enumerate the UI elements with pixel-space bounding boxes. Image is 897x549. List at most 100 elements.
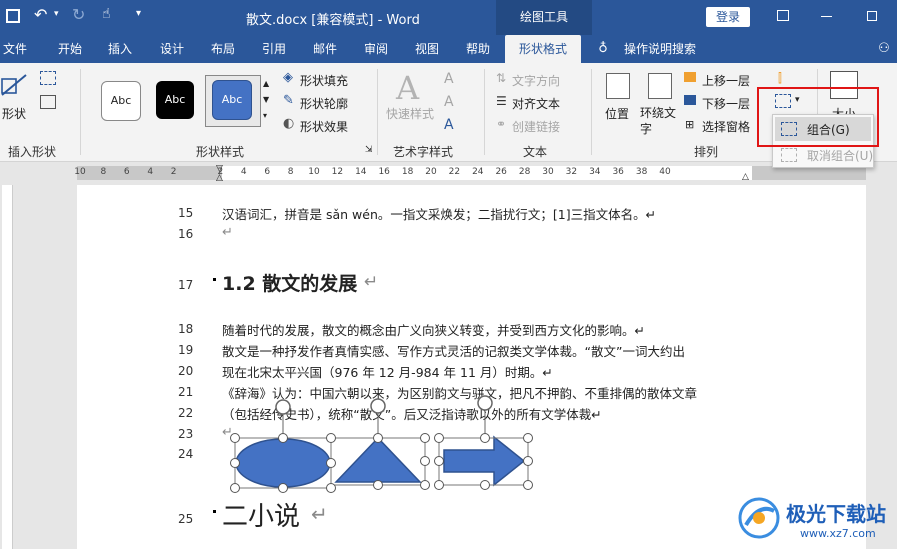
position-icon[interactable] — [606, 73, 630, 99]
heading-bullet — [213, 278, 216, 281]
redo-icon[interactable]: ↻ — [72, 5, 85, 24]
wrap-text-button[interactable]: 环绕文字 — [640, 105, 680, 137]
hanging-indent-marker[interactable]: △ — [216, 173, 223, 183]
align-text-button[interactable]: 对齐文本 — [512, 95, 560, 112]
tab-help[interactable]: 帮助 — [458, 35, 498, 63]
send-backward-button[interactable]: 下移一层 — [702, 95, 750, 112]
line-number: 23 — [178, 427, 194, 441]
arrow-shape — [443, 435, 526, 487]
undo-dropdown-icon[interactable]: ▾ — [54, 9, 59, 19]
login-button[interactable]: 登录 — [706, 7, 750, 27]
menu-item-ungroup[interactable]: 取消组合(U) — [807, 147, 873, 164]
quick-styles-button[interactable]: 快速样式 — [386, 105, 434, 122]
ruler-right-margin — [752, 166, 866, 180]
ribbon-display-icon[interactable] — [777, 10, 789, 21]
document-title: 散文.docx [兼容模式] - Word — [246, 13, 420, 28]
shape-fill-button[interactable]: 形状填充 — [300, 72, 348, 89]
create-link-button[interactable]: 创建链接 — [512, 118, 560, 135]
selected-shapes-layer[interactable] — [220, 392, 540, 494]
paragraph-line[interactable]: 现在北宋太平兴国（976 年 12 月-984 年 11 月）时期。↵ — [222, 362, 553, 381]
tab-review[interactable]: 审阅 — [356, 35, 396, 63]
ruler-tick-label: 38 — [635, 167, 648, 177]
share-icon[interactable]: ⚇ — [874, 35, 894, 63]
heading-1-2[interactable]: 1.2 散文的发展 — [222, 269, 357, 296]
tab-file[interactable]: 文件 — [0, 35, 30, 63]
tab-view[interactable]: 视图 — [407, 35, 447, 63]
wrap-text-icon[interactable] — [648, 73, 672, 99]
rotate-handle-icon — [370, 398, 386, 414]
paragraph-line[interactable]: 散文是一种抒发作者真情实感、写作方式灵活的记叙类文学体裁。“散文”一词大约出 — [222, 341, 685, 360]
dialog-launcher-icon[interactable]: ⇲ — [365, 145, 373, 155]
selection-pane-button[interactable]: 选择窗格 — [702, 118, 750, 135]
ruler-tick-label: 40 — [659, 167, 671, 177]
style-sample-blue[interactable]: Abc — [212, 80, 252, 120]
watermark-logo — [736, 495, 784, 541]
group-label-insert-shapes: 插入形状 — [7, 145, 56, 159]
heading-2-novel[interactable]: 二小说 — [222, 496, 300, 533]
tab-home[interactable]: 开始 — [50, 35, 90, 63]
gallery-more-icon[interactable]: ▾ — [263, 111, 267, 120]
edit-shape-icon[interactable] — [40, 71, 56, 85]
line-number: 17 — [178, 278, 194, 292]
text-direction-icon: ⇅ — [496, 71, 507, 85]
tab-insert[interactable]: 插入 — [100, 35, 140, 63]
quick-styles-icon[interactable]: A — [396, 69, 419, 107]
gallery-scroll-up-icon[interactable]: ▲ — [263, 79, 269, 88]
ruler-tick-label: 28 — [518, 167, 531, 177]
customize-toolbar-icon[interactable]: ▾ — [136, 8, 141, 19]
tab-layout[interactable]: 布局 — [203, 35, 243, 63]
shape-outline-button[interactable]: 形状轮廓 — [300, 95, 348, 112]
text-direction-button[interactable]: 文字方向 — [512, 72, 560, 89]
text-fill-icon[interactable]: A — [444, 71, 454, 87]
right-indent-marker[interactable]: △ — [742, 172, 749, 182]
ellipse-shape — [235, 438, 331, 488]
watermark-text: 极光下载站 — [786, 502, 886, 526]
position-button[interactable]: 位置 — [605, 105, 629, 122]
style-sample-black[interactable]: Abc — [156, 81, 194, 119]
ruler-tick-label: 6 — [264, 167, 271, 177]
tab-design[interactable]: 设计 — [152, 35, 192, 63]
tab-shape-format[interactable]: 形状格式 — [505, 35, 581, 63]
ruler-tick-label: 4 — [240, 167, 247, 177]
horizontal-ruler[interactable]: 10 8 6 4 2 2 4 6 8 10 12 14 16 18 20 22 24 26 28 30 32 34 36 38… — [0, 162, 897, 184]
paragraph-mark: ↵ — [311, 502, 328, 526]
ruler-tick-label: 6 — [123, 167, 130, 177]
undo-icon[interactable]: ↶ — [34, 5, 47, 24]
line-number: 20 — [178, 364, 194, 378]
text-box-icon[interactable] — [40, 95, 56, 109]
shape-effect-icon: ◐ — [283, 116, 295, 131]
gallery-scroll-down-icon[interactable]: ▼ — [263, 95, 269, 104]
line-number: 18 — [178, 322, 194, 336]
ruler-tick-label: 8 — [287, 167, 294, 177]
minimize-icon[interactable] — [821, 16, 832, 17]
group-label-text: 文本 — [522, 145, 547, 159]
context-tab-drawing-tools: 绘图工具 — [496, 0, 592, 35]
text-outline-icon[interactable]: A — [444, 94, 454, 110]
rotate-handle-icon — [477, 395, 493, 411]
align-text-icon: ☰ — [496, 94, 507, 108]
title-bar: ↶ ▾ ↻ ☝ ▾ 散文.docx [兼容模式] - Word 绘图工具 登录 — [0, 0, 897, 35]
paragraph-mark: ↵ — [364, 272, 379, 292]
tab-mailings[interactable]: 邮件 — [305, 35, 345, 63]
paragraph-mark[interactable]: ↵ — [222, 225, 233, 240]
group-label-wordart: 艺术字样式 — [392, 145, 453, 159]
vertical-ruler[interactable] — [0, 185, 14, 549]
align-objects-icon[interactable]: ⫿ — [778, 71, 782, 86]
text-effect-icon[interactable]: A — [444, 117, 454, 133]
tell-me-search[interactable]: 操作说明搜索 — [620, 35, 700, 63]
tell-me-bulb-icon[interactable]: ♁ — [594, 35, 612, 63]
save-icon[interactable] — [6, 9, 20, 23]
ribbon-tabs: 文件 开始 插入 设计 布局 引用 邮件 审阅 视图 帮助 形状格式 ♁ 操作说… — [0, 35, 897, 63]
style-sample-white[interactable]: Abc — [101, 81, 141, 121]
tab-references[interactable]: 引用 — [254, 35, 294, 63]
shape-gallery-icon[interactable] — [0, 71, 30, 103]
watermark-url: www.xz7.com — [800, 527, 876, 540]
touch-mode-icon[interactable]: ☝ — [102, 6, 111, 22]
shape-button-label[interactable]: 形状 — [2, 105, 26, 122]
ruler-tick-label: 32 — [565, 167, 578, 177]
bring-forward-button[interactable]: 上移一层 — [702, 72, 750, 89]
paragraph-line[interactable]: 汉语词汇，拼音是 sǎn wén。一指文采焕发；二指扰行文；[1]三指文体名。↵ — [222, 204, 656, 223]
shape-effect-button[interactable]: 形状效果 — [300, 118, 348, 135]
restore-icon[interactable] — [867, 11, 877, 21]
paragraph-line[interactable]: 随着时代的发展，散文的概念由广义向狭义转变，并受到西方文化的影响。↵ — [222, 320, 645, 339]
